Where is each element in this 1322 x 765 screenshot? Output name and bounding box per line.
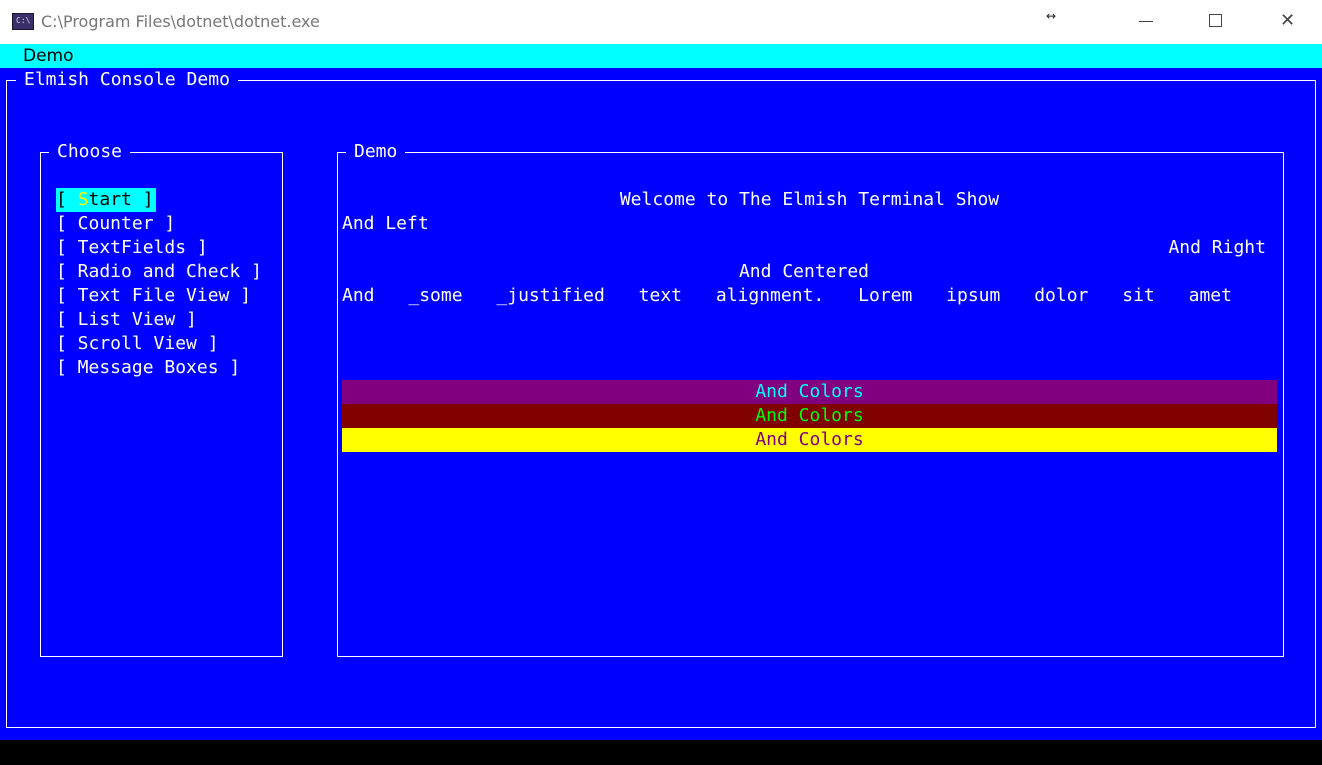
close-icon: ✕ xyxy=(1280,10,1296,31)
justified-word: _some xyxy=(408,285,463,306)
justified-text: And _some _justified text alignment. Lor… xyxy=(342,284,1232,308)
minimize-button[interactable] xyxy=(1122,0,1168,44)
maximize-icon xyxy=(1209,14,1222,27)
color-band-yellow: And Colors xyxy=(342,428,1277,452)
justified-word: amet xyxy=(1188,285,1232,306)
justified-word: text xyxy=(638,285,683,306)
menu-demo[interactable]: Demo xyxy=(23,45,74,67)
close-button[interactable]: ✕ xyxy=(1262,0,1308,44)
choose-frame-title: Choose xyxy=(49,141,131,163)
console-app-icon: C:\ xyxy=(12,13,34,30)
justified-word: alignment. xyxy=(715,285,825,306)
choose-item-list-view[interactable]: [ List View ] xyxy=(56,308,262,332)
justified-word: _justified xyxy=(496,285,605,306)
window-titlebar[interactable]: C:\ C:\Program Files\dotnet\dotnet.exe ↔… xyxy=(0,0,1322,44)
choose-item-scroll-view[interactable]: [ Scroll View ] xyxy=(56,332,262,356)
justified-word: dolor xyxy=(1034,285,1089,306)
justified-word: sit xyxy=(1122,285,1155,306)
console-area: Demo Elmish Console Demo Choose [ Start … xyxy=(0,44,1322,740)
console-bottom-strip xyxy=(0,740,1322,765)
choose-item-message-boxes[interactable]: [ Message Boxes ] xyxy=(56,356,262,380)
justified-word: ipsum xyxy=(946,285,1001,306)
window-title: C:\Program Files\dotnet\dotnet.exe xyxy=(41,12,320,31)
resize-cursor-icon: ↔ xyxy=(1046,9,1057,23)
app-icon-glyph: C:\ xyxy=(16,16,31,25)
right-aligned-text: And Right xyxy=(1168,237,1266,258)
welcome-text: Welcome to The Elmish Terminal Show xyxy=(619,189,1000,210)
choose-item-radio-check[interactable]: [ Radio and Check ] xyxy=(56,260,262,284)
justified-word: Lorem xyxy=(858,285,913,306)
hotkey-letter: S xyxy=(77,189,89,210)
maximize-button[interactable] xyxy=(1192,0,1238,44)
minimize-icon xyxy=(1139,21,1153,22)
menubar: Demo xyxy=(0,44,1322,68)
choose-item-text-file-view[interactable]: [ Text File View ] xyxy=(56,284,262,308)
choose-item-start[interactable]: [ Start ] xyxy=(56,188,156,212)
centered-text: And Centered xyxy=(738,261,870,282)
item-label: tart xyxy=(88,189,132,210)
bracket-open: [ xyxy=(56,189,78,210)
left-aligned-text: And Left xyxy=(342,213,429,234)
color-band-maroon: And Colors xyxy=(342,404,1277,428)
demo-frame-title: Demo xyxy=(346,141,406,163)
color-band-purple: And Colors xyxy=(342,380,1277,404)
choose-list: [ Start ] [ Counter ] [ TextFields ] [ R… xyxy=(56,188,262,380)
main-frame-title: Elmish Console Demo xyxy=(16,69,238,91)
choose-item-counter[interactable]: [ Counter ] xyxy=(56,212,262,236)
bracket-close: ] xyxy=(131,189,154,210)
justified-word: And xyxy=(342,285,375,306)
choose-item-textfields[interactable]: [ TextFields ] xyxy=(56,236,262,260)
